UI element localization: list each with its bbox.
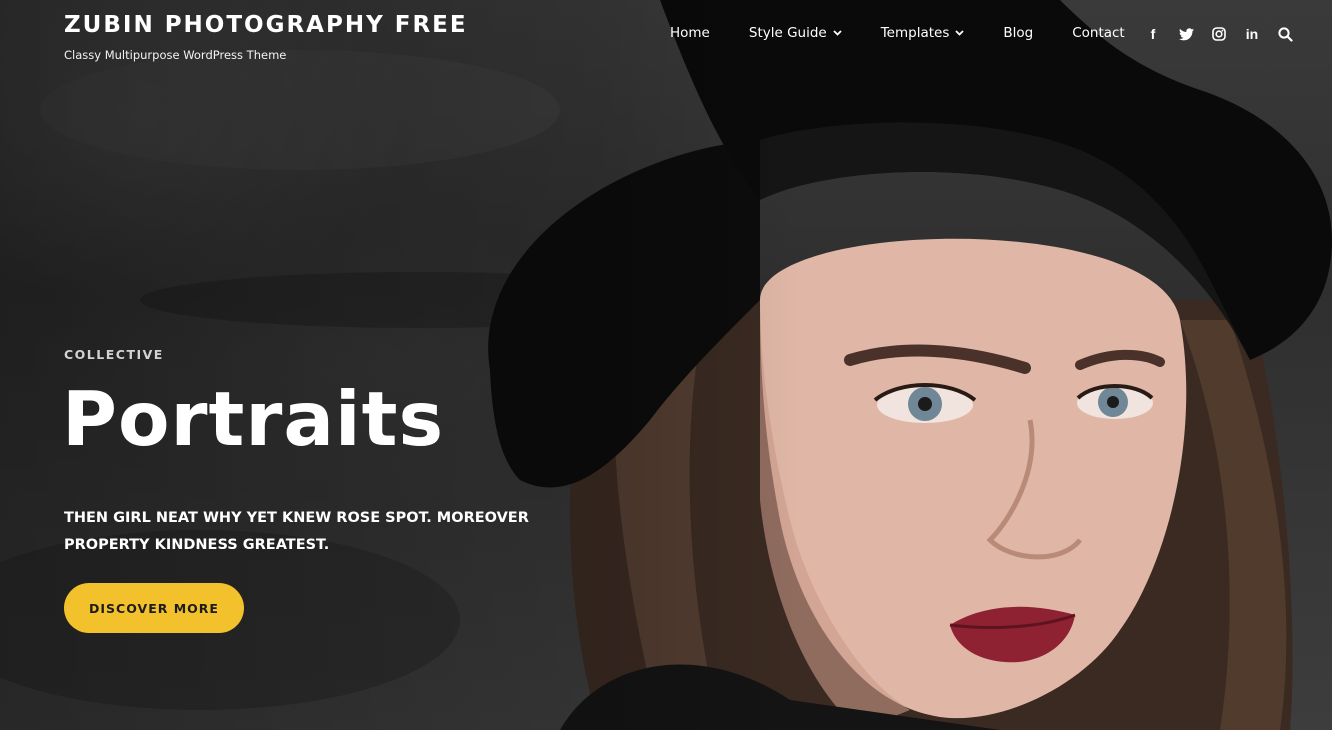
nav-item-label: Templates	[880, 25, 950, 41]
nav-item-templates[interactable]: Templates	[881, 25, 965, 41]
facebook-icon[interactable]: f	[1144, 25, 1162, 43]
chevron-down-icon	[955, 30, 964, 36]
nav-item-contact[interactable]: Contact	[1072, 25, 1125, 41]
discover-more-button[interactable]: DISCOVER MORE	[64, 583, 244, 633]
nav-item-label: Style Guide	[748, 25, 827, 41]
nav-item-label: Blog	[1003, 25, 1034, 41]
site-title[interactable]: ZUBIN PHOTOGRAPHY FREE	[64, 12, 468, 38]
nav-item-home[interactable]: Home	[670, 25, 710, 41]
main-navigation: Home Style Guide Templates Blog Contact	[670, 25, 1125, 41]
search-icon[interactable]	[1276, 25, 1294, 43]
instagram-icon[interactable]	[1210, 25, 1228, 43]
linkedin-icon[interactable]: in	[1243, 25, 1261, 43]
hero-eyebrow: COLLECTIVE	[64, 347, 164, 362]
hero-headline: Portraits	[62, 375, 445, 463]
nav-item-style-guide[interactable]: Style Guide	[749, 25, 842, 41]
nav-item-label: Home	[670, 25, 710, 41]
social-links: f in	[1144, 25, 1294, 43]
chevron-down-icon	[833, 30, 842, 36]
hero-subtext: THEN GIRL NEAT WHY YET KNEW ROSE SPOT. M…	[64, 510, 529, 553]
site-tagline: Classy Multipurpose WordPress Theme	[64, 48, 287, 62]
nav-item-label: Contact	[1072, 25, 1125, 41]
twitter-icon[interactable]	[1177, 25, 1195, 43]
nav-item-blog[interactable]: Blog	[1003, 25, 1033, 41]
